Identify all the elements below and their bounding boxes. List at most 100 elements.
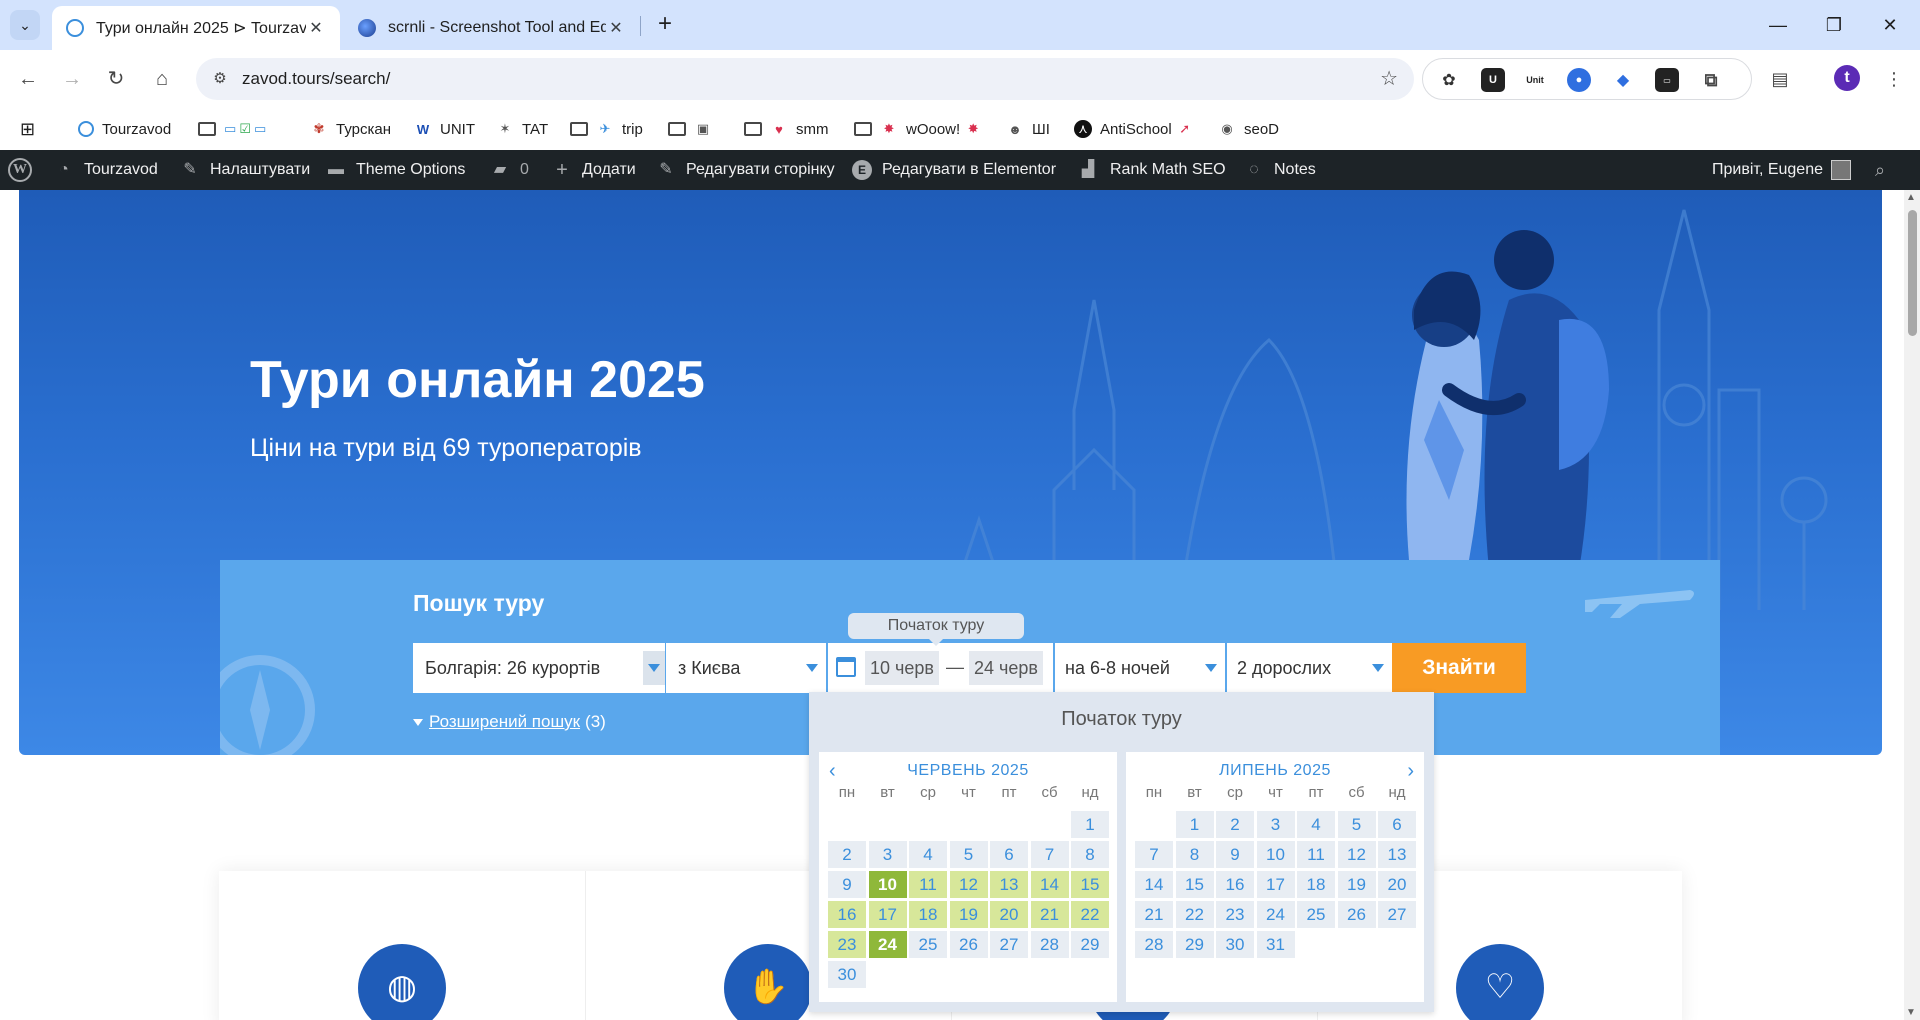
calendar-day[interactable]: 2: [828, 841, 866, 868]
bookmark-folder-monitors[interactable]: ▭ ☑ ▭: [198, 116, 266, 142]
wp-comments-link[interactable]: ▰ 0: [490, 150, 529, 190]
calendar-day[interactable]: 24: [1256, 901, 1295, 928]
bookmark-folder-robot[interactable]: ▣: [668, 116, 720, 142]
bookmark-unit[interactable]: W UNIT: [414, 116, 475, 142]
calendar-day[interactable]: 9: [828, 871, 866, 898]
calendar-day[interactable]: 4: [1297, 811, 1335, 838]
calendar-day[interactable]: 7: [1030, 841, 1069, 868]
extension-tag-icon[interactable]: ◆: [1611, 68, 1635, 92]
calendar-day[interactable]: 14: [1030, 871, 1069, 898]
nights-select[interactable]: на 6-8 ночей: [1055, 643, 1225, 693]
calendar-day[interactable]: 1: [1071, 811, 1109, 838]
site-info-icon[interactable]: ⚙: [210, 69, 230, 89]
calendar-day[interactable]: 28: [1030, 931, 1069, 958]
page-scrollbar[interactable]: ▲ ▼: [1904, 190, 1920, 1020]
departure-city-select[interactable]: з Києва: [666, 643, 826, 693]
calendar-day[interactable]: 30: [1216, 931, 1254, 958]
calendar-day[interactable]: 26: [1337, 901, 1376, 928]
calendar-day[interactable]: 25: [1297, 901, 1335, 928]
calendar-day[interactable]: 2: [1216, 811, 1254, 838]
calendar-day[interactable]: 20: [990, 901, 1028, 928]
extensions-puzzle-icon[interactable]: ⧉: [1699, 68, 1723, 92]
calendar-day[interactable]: 22: [1175, 901, 1214, 928]
calendar-day[interactable]: 27: [990, 931, 1028, 958]
extension-scrnli-icon[interactable]: ●: [1567, 68, 1591, 92]
calendar-day[interactable]: 6: [1378, 811, 1416, 838]
wp-notes-link[interactable]: ◌ Notes: [1244, 150, 1316, 190]
calendar-day[interactable]: 3: [868, 841, 907, 868]
calendar-day[interactable]: 24: [868, 931, 907, 958]
calendar-day[interactable]: 27: [1378, 901, 1416, 928]
menu-kebab-icon[interactable]: ⋮: [1878, 63, 1910, 95]
calendar-day[interactable]: 17: [1256, 871, 1295, 898]
calendar-day[interactable]: 14: [1135, 871, 1173, 898]
wp-site-link[interactable]: ◔ Tourzavod: [54, 150, 158, 190]
bookmark-tourzavod[interactable]: Tourzavod: [78, 116, 171, 142]
calendar-day[interactable]: 9: [1216, 841, 1254, 868]
url-text[interactable]: zavod.tours/search/: [242, 69, 390, 89]
calendar-day[interactable]: 10: [868, 871, 907, 898]
profile-avatar[interactable]: t: [1834, 65, 1860, 91]
calendar-day[interactable]: 16: [1216, 871, 1254, 898]
scroll-up-icon[interactable]: ▲: [1906, 192, 1916, 203]
wp-edit-elementor-link[interactable]: E Редагувати в Elementor: [852, 150, 1056, 190]
calendar-day[interactable]: 1: [1175, 811, 1214, 838]
calendar-day[interactable]: 3: [1256, 811, 1295, 838]
calendar-day[interactable]: 7: [1135, 841, 1173, 868]
calendar-day[interactable]: 17: [868, 901, 907, 928]
close-window-button[interactable]: ✕: [1870, 8, 1910, 42]
calendar-day[interactable]: 29: [1175, 931, 1214, 958]
date-start[interactable]: 10 черв: [865, 651, 939, 685]
bookmark-folder-wooow[interactable]: ✸ wOoow! ✸: [854, 116, 990, 142]
home-button[interactable]: ⌂: [146, 63, 178, 95]
destination-select[interactable]: Болгарія: 26 курортів: [413, 643, 665, 693]
bookmark-antischool[interactable]: ⋏ AntiSchool ➚: [1074, 116, 1202, 142]
bookmark-folder-smm[interactable]: ♥ smm: [744, 116, 829, 142]
extension-unit-icon[interactable]: Unit: [1523, 68, 1547, 92]
calendar-day[interactable]: 12: [1337, 841, 1376, 868]
date-end[interactable]: 24 черв: [969, 651, 1043, 685]
calendar-day[interactable]: 12: [949, 871, 988, 898]
reading-list-icon[interactable]: ▤: [1764, 63, 1796, 95]
wp-rankmath-link[interactable]: ▟ Rank Math SEO: [1076, 150, 1226, 190]
wp-edit-page-link[interactable]: ✎ Редагувати сторінку: [656, 150, 834, 190]
minimize-button[interactable]: —: [1758, 8, 1798, 42]
scrollbar-thumb[interactable]: [1908, 210, 1917, 336]
calendar-day[interactable]: 8: [1175, 841, 1214, 868]
calendar-day[interactable]: 5: [949, 841, 988, 868]
wp-logo-button[interactable]: W: [8, 150, 32, 190]
calendar-day[interactable]: 6: [990, 841, 1028, 868]
calendar-day[interactable]: 22: [1071, 901, 1109, 928]
wp-add-link[interactable]: + Додати: [552, 150, 636, 190]
calendar-day[interactable]: 16: [828, 901, 866, 928]
calendar-day[interactable]: 5: [1337, 811, 1376, 838]
calendar-day[interactable]: 11: [909, 871, 947, 898]
calendar-day[interactable]: 15: [1175, 871, 1214, 898]
new-tab-button[interactable]: +: [650, 10, 680, 40]
wp-customize-link[interactable]: ✎ Налаштувати: [180, 150, 310, 190]
extension-dark-icon[interactable]: ▭: [1655, 68, 1679, 92]
close-icon[interactable]: ✕: [306, 18, 326, 38]
wp-theme-options-link[interactable]: ▬ Theme Options: [326, 150, 465, 190]
calendar-day[interactable]: 28: [1135, 931, 1173, 958]
forward-button[interactable]: →: [56, 63, 88, 95]
calendar-day[interactable]: 18: [909, 901, 947, 928]
guests-select[interactable]: 2 дорослих: [1227, 643, 1392, 693]
apps-grid-icon[interactable]: ⊞: [20, 116, 35, 142]
back-button[interactable]: ←: [12, 63, 44, 95]
calendar-day[interactable]: 13: [990, 871, 1028, 898]
tab-tourzavod[interactable]: Тури онлайн 2025 ⊳ Tourzavod ✕: [52, 6, 340, 50]
calendar-day[interactable]: 31: [1256, 931, 1295, 958]
calendar-day[interactable]: 11: [1297, 841, 1335, 868]
bookmark-folder-trip[interactable]: ✈ trip: [570, 116, 643, 142]
calendar-day[interactable]: 21: [1030, 901, 1069, 928]
extension-icon[interactable]: ✿: [1437, 68, 1461, 92]
calendar-day[interactable]: 10: [1256, 841, 1295, 868]
calendar-day[interactable]: 23: [1216, 901, 1254, 928]
restore-button[interactable]: ❐: [1814, 8, 1854, 42]
date-range-field[interactable]: 10 черв — 24 черв: [828, 643, 1053, 693]
calendar-day[interactable]: 26: [949, 931, 988, 958]
wp-account-link[interactable]: Привіт, Eugene: [1712, 150, 1851, 190]
wp-search-button[interactable]: ⌕: [1870, 150, 1900, 190]
tab-scrnli[interactable]: scrnli - Screenshot Tool and Edi ✕: [344, 6, 640, 50]
